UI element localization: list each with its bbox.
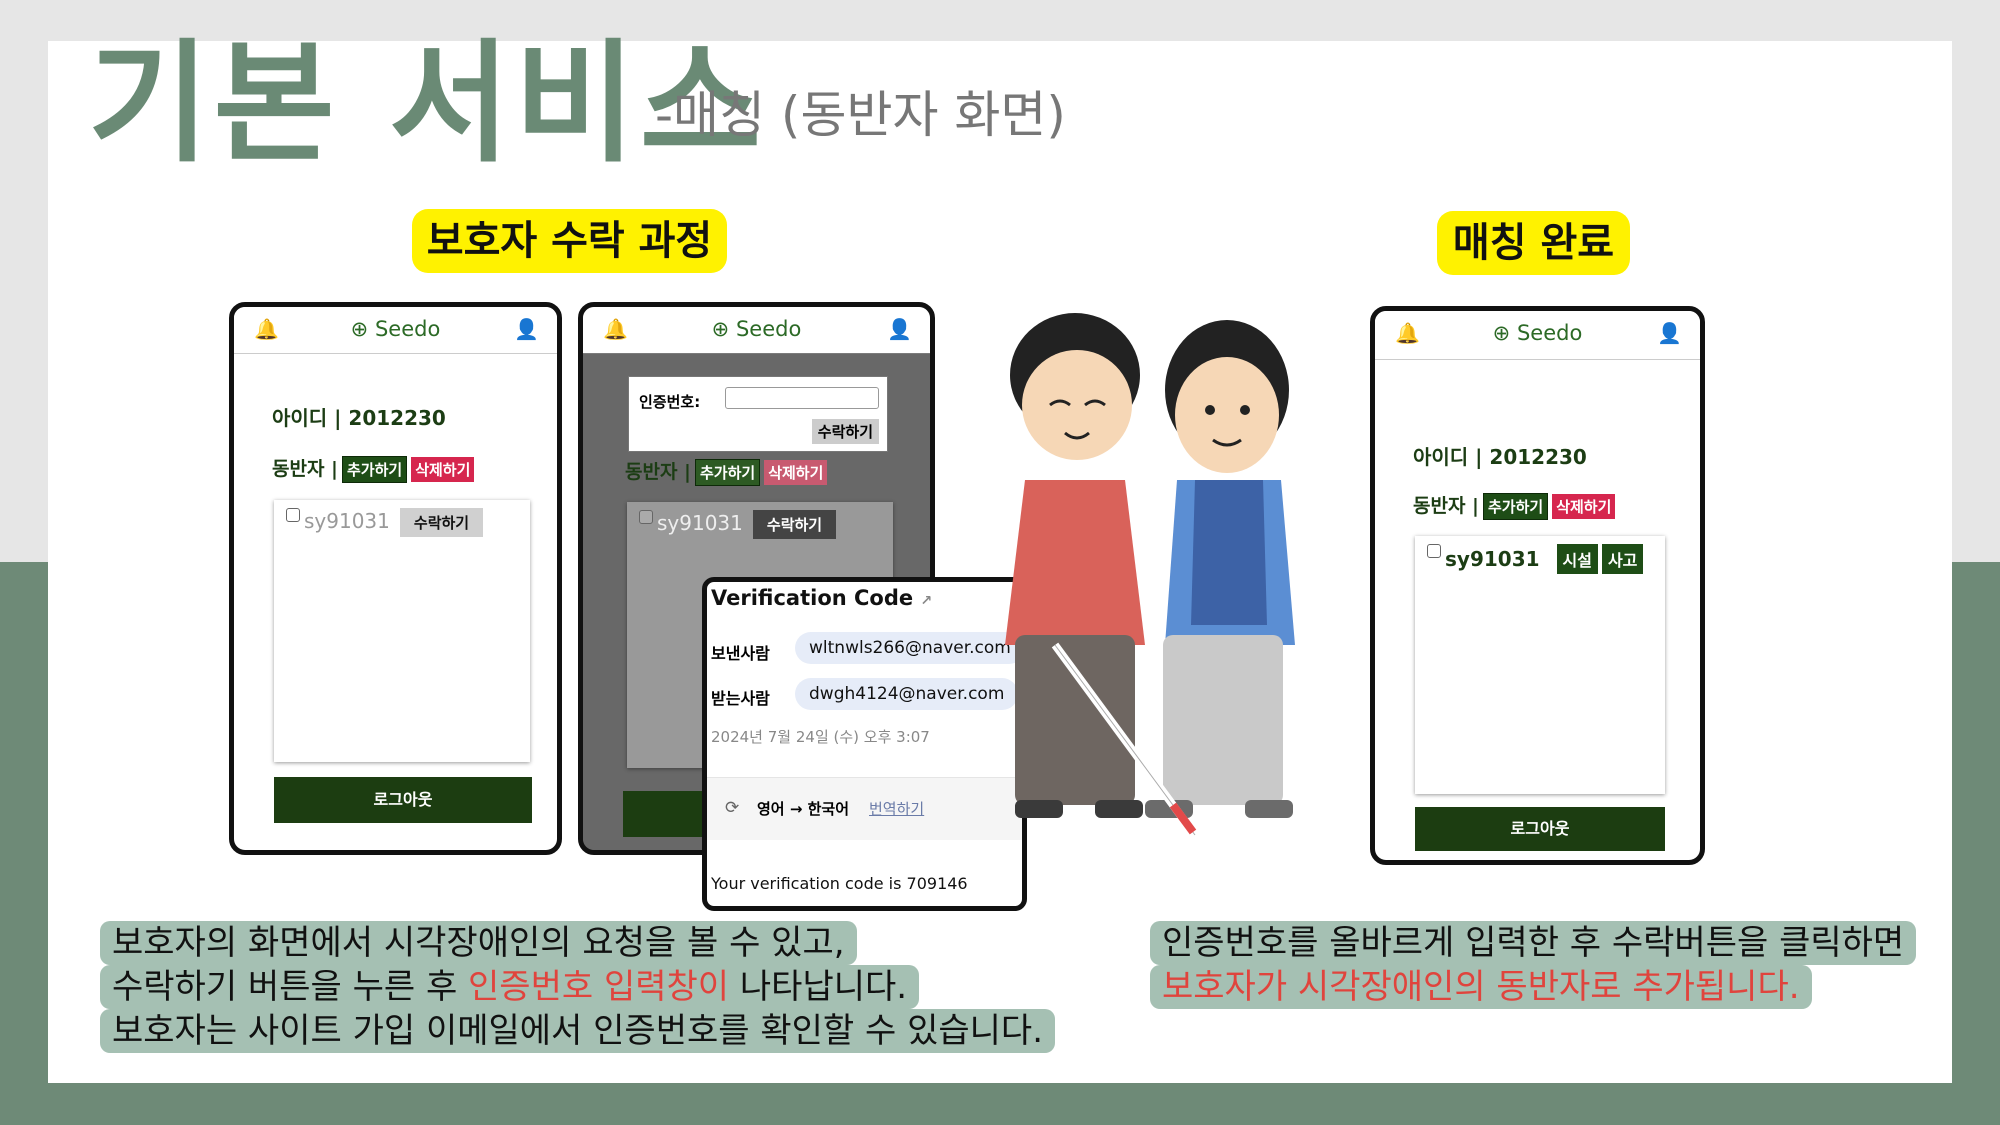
delete-button[interactable]: 삭제하기 [1552, 494, 1616, 519]
user-icon[interactable]: 👤 [887, 317, 912, 341]
modal-accept-button[interactable]: 수락하기 [811, 419, 879, 444]
email-date: 2024년 7월 24일 (수) 오후 3:07 [711, 728, 930, 746]
caption-text: 수락하기 버튼을 누른 후 [112, 967, 469, 1007]
brand-name: Seedo [374, 317, 441, 341]
companion-checkbox[interactable] [1427, 544, 1441, 558]
email-subject: Verification Code [711, 586, 914, 610]
caption-highlight: 인증번호 입력창이 [468, 967, 730, 1007]
translate-link[interactable]: 번역하기 [869, 798, 924, 819]
verification-modal: 인증번호: 수락하기 [628, 376, 888, 452]
label-matching-complete: 매칭 완료 [1437, 211, 1630, 275]
external-link-icon[interactable]: ↗ [920, 593, 932, 609]
add-button[interactable]: 추가하기 [342, 456, 408, 483]
user-id-text: 아이디 | 2012230 [1413, 445, 1587, 469]
accident-button[interactable]: 사고 [1601, 544, 1644, 574]
companion-illustration [1005, 313, 1295, 838]
companion-user: sy91031 [1445, 547, 1540, 571]
list-item: sy91031 수락하기 [286, 508, 484, 537]
globe-icon: ⊕ [350, 317, 369, 341]
phone-guardian-list: 🔔 ⊕ Seedo 👤 아이디 | 2012230 동반자 | 추가하기 삭제하기 … [229, 302, 562, 855]
user-id-text: 아이디 | 2012230 [272, 406, 446, 430]
translate-language: 영어 → 한국어 [757, 800, 850, 818]
request-checkbox[interactable] [286, 508, 300, 522]
translate-icon: ⟳ [725, 798, 740, 818]
delete-button[interactable]: 삭제하기 [764, 460, 828, 485]
accept-button[interactable]: 수락하기 [399, 508, 484, 537]
companion-label: 동반자 | [625, 461, 691, 483]
list-item: sy91031 수락하기 [639, 510, 837, 539]
app-header: 🔔 ⊕ Seedo 👤 [583, 307, 930, 354]
companion-row: 동반자 | 추가하기 삭제하기 [625, 457, 828, 486]
logout-button[interactable]: 로그아웃 [274, 777, 532, 823]
label-guardian-accept: 보호자 수락 과정 [412, 209, 727, 273]
companion-row: 동반자 | 추가하기 삭제하기 [1413, 491, 1616, 520]
brand-name: Seedo [735, 317, 802, 341]
delete-button[interactable]: 삭제하기 [411, 457, 475, 482]
email-card: Verification Code ↗ 보낸사람 wltnwls266@nave… [702, 577, 1027, 911]
receiver-address[interactable]: dwgh4124@naver.com [795, 678, 1019, 710]
companion-row: 동반자 | 추가하기 삭제하기 [272, 454, 475, 483]
phone-matched: 🔔 ⊕ Seedo 👤 아이디 | 2012230 동반자 | 추가하기 삭제하기 … [1370, 306, 1705, 865]
request-list: sy91031 수락하기 [274, 500, 530, 762]
caption-left-line3: 보호자는 사이트 가입 이메일에서 인증번호를 확인할 수 있습니다. [100, 1009, 1056, 1053]
caption-left-line1: 보호자의 화면에서 시각장애인의 요청을 볼 수 있고, [100, 921, 857, 965]
code-input[interactable] [725, 387, 879, 409]
app-header: 🔔 ⊕ Seedo 👤 [1375, 311, 1700, 360]
companion-label: 동반자 | [272, 458, 338, 480]
caption-right-line2: 보호자가 시각장애인의 동반자로 추가됩니다. [1150, 965, 1812, 1009]
user-icon[interactable]: 👤 [514, 317, 539, 341]
caption-left-line2: 수락하기 버튼을 누른 후 인증번호 입력창이 나타납니다. [100, 965, 920, 1009]
logout-button[interactable] [623, 791, 703, 837]
email-body: Your verification code is 709146 [711, 874, 968, 893]
app-header: 🔔 ⊕ Seedo 👤 [234, 307, 557, 354]
add-button[interactable]: 추가하기 [1483, 493, 1549, 520]
user-icon[interactable]: 👤 [1657, 321, 1682, 345]
sender-label: 보낸사람 [711, 644, 770, 663]
request-user: sy91031 [657, 511, 743, 535]
companion-label: 동반자 | [1413, 495, 1479, 517]
brand-name: Seedo [1516, 321, 1583, 345]
caption-text: 나타납니다. [729, 967, 908, 1007]
guide-person [1145, 320, 1295, 818]
request-user: sy91031 [304, 509, 390, 533]
add-button[interactable]: 추가하기 [695, 459, 761, 486]
translate-bar: ⟳ 영어 → 한국어 번역하기 [707, 777, 1022, 840]
list-item: sy91031 시설 사고 [1427, 544, 1644, 574]
facility-button[interactable]: 시설 [1556, 544, 1598, 574]
companion-list: sy91031 시설 사고 [1415, 536, 1665, 794]
globe-icon: ⊕ [1492, 321, 1511, 345]
logout-button[interactable]: 로그아웃 [1415, 807, 1665, 851]
receiver-label: 받는사람 [711, 689, 770, 708]
slide-subtitle: -매칭 (동반자 화면) [655, 86, 1066, 144]
caption-right-line1: 인증번호를 올바르게 입력한 후 수락버튼을 클릭하면 [1150, 921, 1917, 965]
globe-icon: ⊕ [711, 317, 730, 341]
code-label: 인증번호: [639, 393, 701, 411]
accept-button[interactable]: 수락하기 [752, 510, 837, 539]
request-checkbox[interactable] [639, 510, 653, 524]
sender-address[interactable]: wltnwls266@naver.com [795, 632, 1022, 664]
